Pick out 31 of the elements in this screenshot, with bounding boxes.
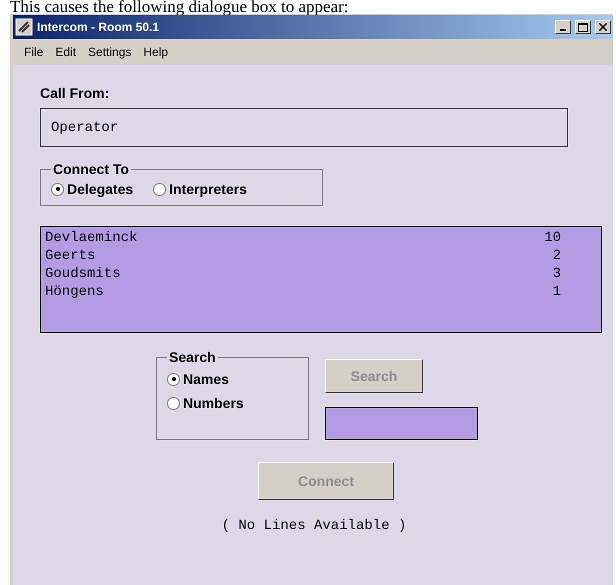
close-icon [599, 23, 607, 31]
menu-item[interactable]: File [19, 45, 48, 59]
menu-item[interactable]: Settings [83, 45, 136, 59]
list-number: 10 [544, 229, 561, 247]
list-name: Geerts [45, 247, 96, 265]
list-name: Höngens [45, 283, 104, 301]
minimize-button[interactable] [555, 20, 571, 34]
call-from-field[interactable]: Operator [40, 108, 568, 147]
names-list[interactable]: Devlaeminck 10 Geerts 2 Goudsmits 3 Höngens 1 [40, 226, 602, 333]
menu-item[interactable]: Edit [50, 45, 82, 59]
maximize-button[interactable] [575, 20, 591, 34]
field-label: Call From: [40, 85, 110, 101]
list-number: 2 [552, 247, 561, 265]
radio-button[interactable]: Interpreters [153, 181, 247, 197]
group-legend: Search [167, 349, 218, 365]
list-name: Devlaeminck [45, 229, 138, 247]
list-name: Goudsmits [45, 265, 121, 283]
radio-button[interactable]: Numbers [167, 395, 298, 411]
app-icon [15, 18, 33, 36]
caption-text: This causes the following dialogue box to appear: [9, 0, 350, 14]
close-button[interactable] [595, 20, 611, 34]
menu-item[interactable]: Help [138, 45, 174, 59]
maximize-icon [578, 22, 588, 32]
radio-button[interactable]: Names [167, 371, 298, 387]
list-number: 3 [552, 265, 561, 283]
search-input[interactable] [325, 407, 478, 440]
status-text: ( No Lines Available ) [222, 518, 406, 534]
group-legend: Connect To [51, 161, 131, 177]
radio-button[interactable]: Delegates [51, 181, 134, 197]
window-title: Intercom - Room 50.1 [37, 20, 160, 34]
list-number: 1 [552, 283, 561, 301]
